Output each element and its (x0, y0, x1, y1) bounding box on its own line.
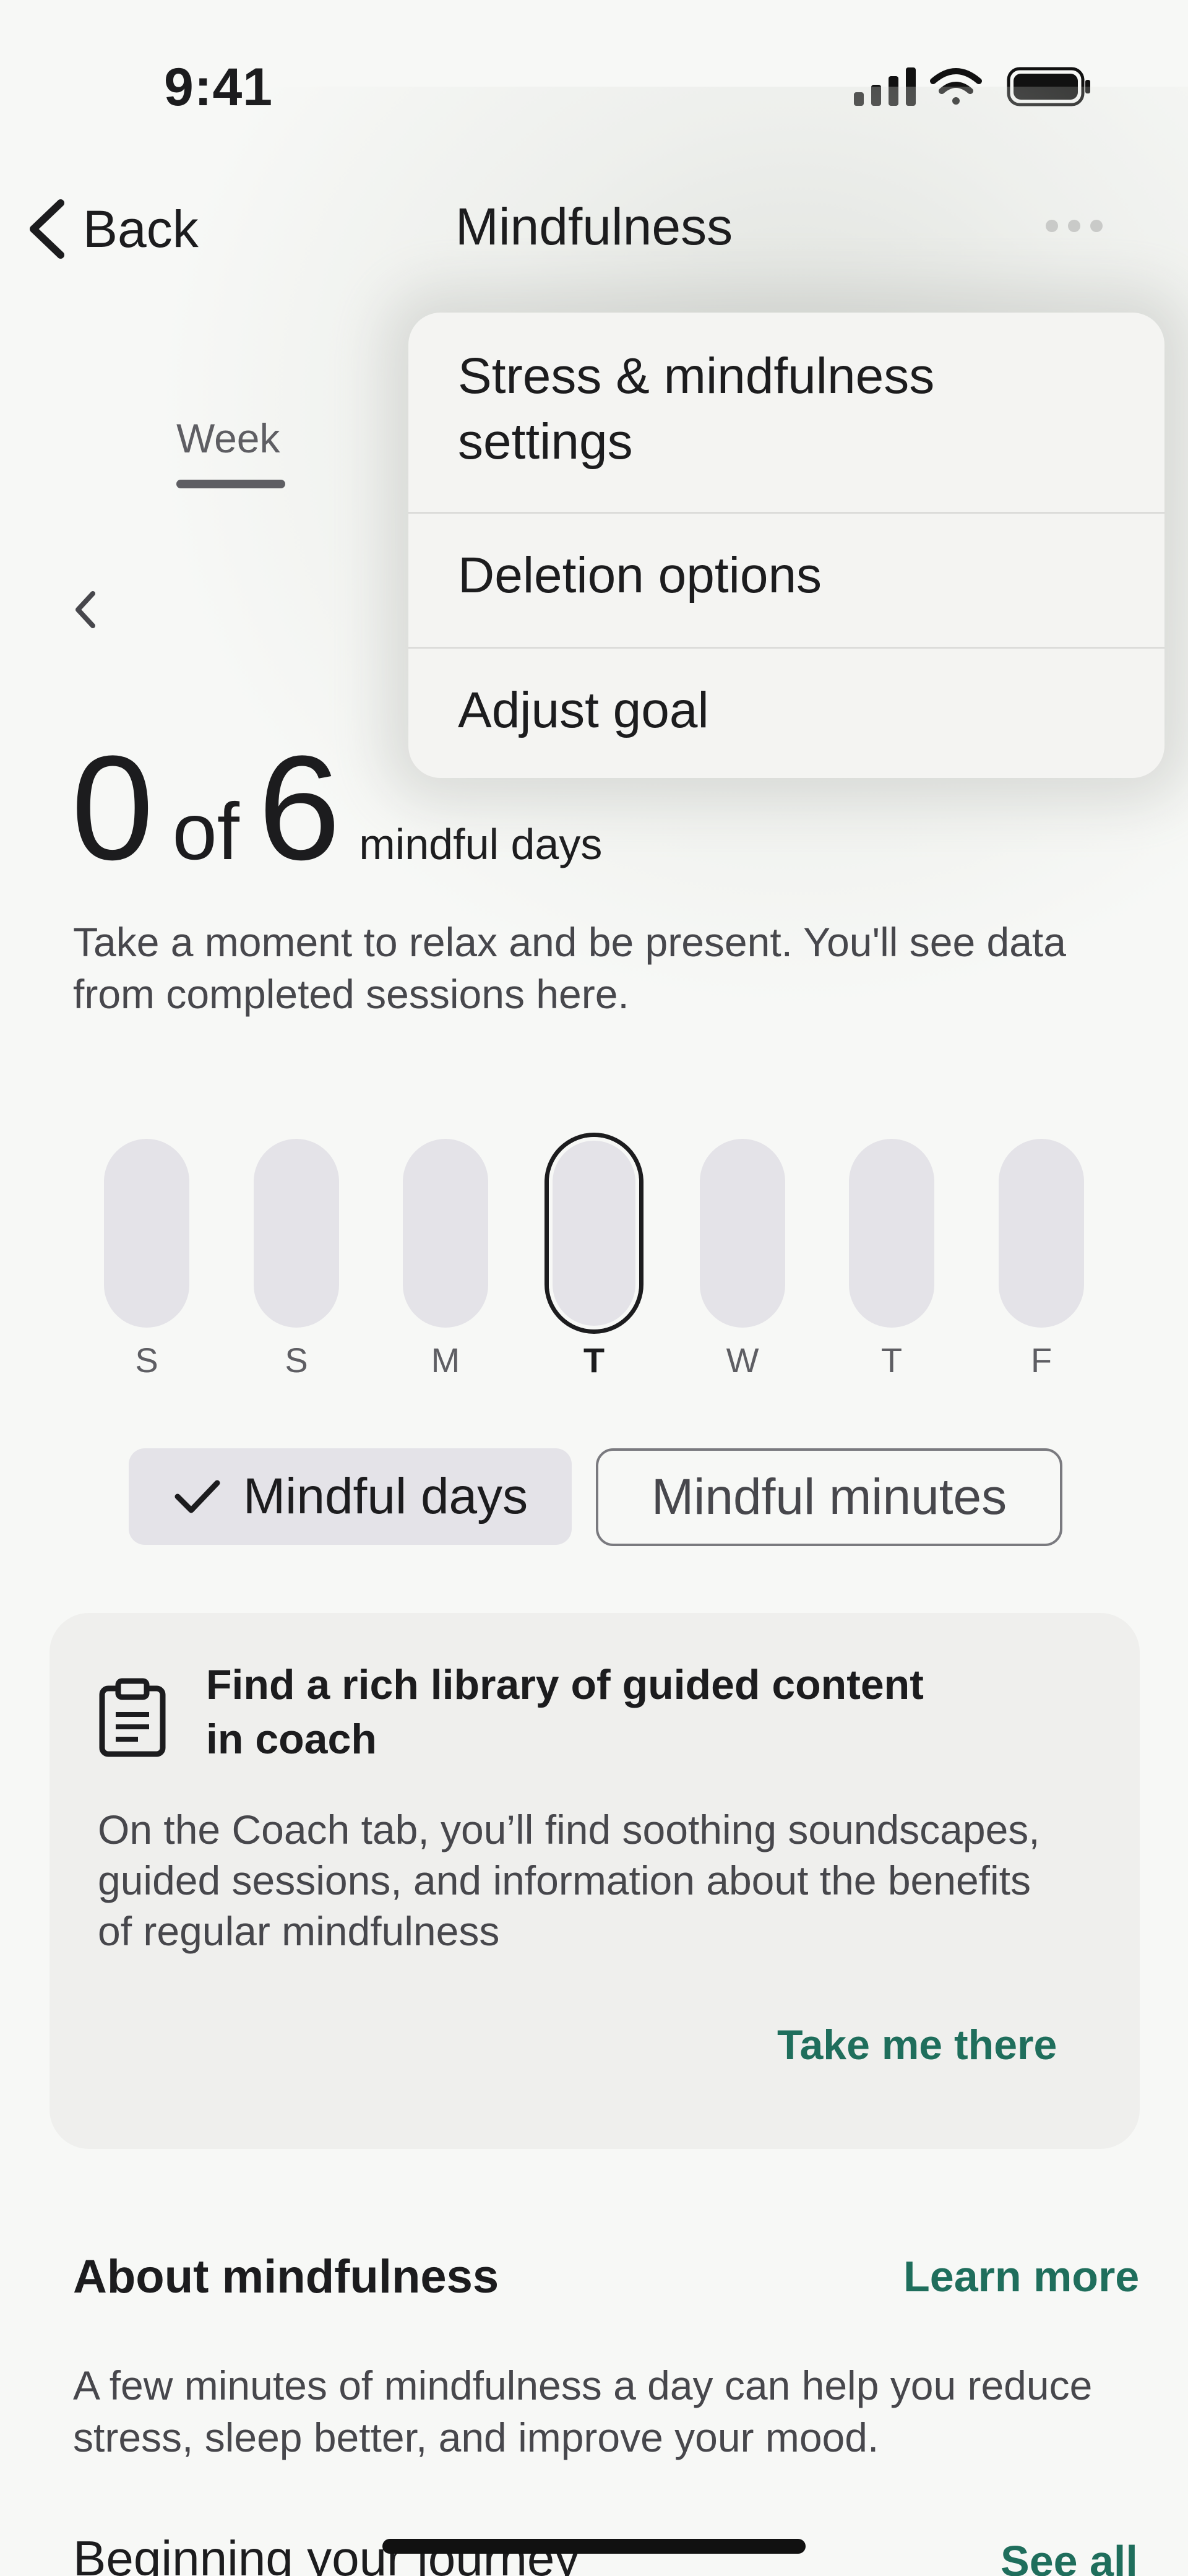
battery-icon (1007, 67, 1090, 106)
home-indicator[interactable] (382, 2539, 806, 2554)
day-pill-wednesday[interactable] (700, 1139, 785, 1328)
day-pill-friday[interactable] (999, 1139, 1084, 1328)
more-dot-icon (1068, 220, 1080, 232)
about-mindfulness-heading: About mindfulness (73, 2250, 499, 2303)
menu-divider (408, 647, 1164, 649)
day-label: T (880, 1341, 903, 1380)
take-me-there-link[interactable]: Take me there (777, 2021, 1057, 2069)
previous-week-chevron-icon[interactable] (68, 585, 105, 634)
day-label: M (431, 1341, 460, 1380)
clipboard-icon (99, 1678, 166, 1757)
mindful-minutes-chip[interactable]: Mindful minutes (596, 1448, 1062, 1546)
day-label: S (285, 1341, 308, 1380)
mindful-days-chip[interactable]: Mindful days (129, 1448, 572, 1545)
more-options-button[interactable] (1046, 210, 1114, 241)
cellular-signal-icon (854, 67, 916, 106)
mindful-minutes-chip-label: Mindful minutes (651, 1469, 1007, 1525)
stat-of: of (172, 786, 239, 876)
status-time: 9:41 (164, 58, 273, 117)
day-label: S (135, 1341, 158, 1380)
wifi-icon (930, 68, 982, 105)
checkmark-icon (174, 1480, 220, 1513)
more-dot-icon (1046, 220, 1058, 232)
card-body: On the Coach tab, you’ll find soothing s… (98, 1807, 1040, 1954)
menu-divider (408, 512, 1164, 514)
mindful-days-chip-label: Mindful days (243, 1468, 528, 1524)
day-pill-monday[interactable] (403, 1139, 488, 1328)
description-text: Take a moment to relax and be present. Y… (73, 919, 1066, 1017)
stat-count: 0 (71, 725, 154, 891)
stat-unit: mindful days (359, 820, 603, 868)
day-pill-saturday[interactable] (254, 1139, 339, 1328)
learn-more-link[interactable]: Learn more (903, 2252, 1139, 2301)
card-title: Find a rich library of guided content in… (206, 1661, 924, 1763)
day-label: W (726, 1341, 759, 1380)
tab-week-indicator (176, 480, 285, 488)
menu-item-deletion-options[interactable]: Deletion options (408, 543, 1164, 608)
see-all-link[interactable]: See all (1001, 2536, 1138, 2576)
tab-week[interactable]: Week (176, 415, 280, 462)
day-pill-sunday[interactable] (104, 1139, 189, 1328)
more-dot-icon (1090, 220, 1103, 232)
stat-goal: 6 (257, 725, 341, 891)
status-icons (854, 67, 1090, 106)
about-mindfulness-body: A few minutes of mindfulness a day can h… (73, 2362, 1093, 2460)
menu-item-stress-settings[interactable]: Stress & mindfulness settings (408, 344, 965, 475)
page-title: Mindfulness (455, 197, 733, 256)
day-label: F (1030, 1341, 1052, 1380)
menu-item-adjust-goal[interactable]: Adjust goal (408, 678, 1164, 743)
day-label-today: T (583, 1341, 605, 1380)
day-pill-tuesday-today[interactable] (544, 1133, 644, 1334)
options-menu: Stress & mindfulness settings Deletion o… (408, 313, 1164, 778)
day-pill-thursday[interactable] (849, 1139, 934, 1328)
